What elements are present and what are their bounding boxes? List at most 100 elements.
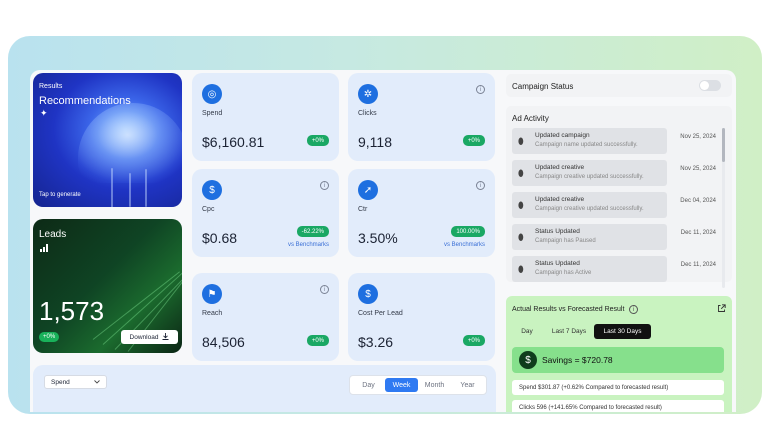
- activity-item[interactable]: ⬮ Updated creative Campaign creative upd…: [512, 160, 667, 186]
- jellyfish-tentacle: [145, 169, 147, 207]
- activity-item[interactable]: ⬮ Updated campaign Campaign name updated…: [512, 128, 667, 154]
- result-line-spend: Spend $301.87 (+0.62% Compared to foreca…: [512, 380, 724, 395]
- metric-select-value: Spend: [51, 378, 70, 386]
- info-icon[interactable]: i: [476, 85, 485, 94]
- savings-text: Savings = $720.78: [542, 355, 613, 365]
- dashboard: Results Recommendations ✦ Tap to generat…: [30, 70, 736, 412]
- activity-desc: Campaign creative updated successfully.: [535, 174, 644, 180]
- activity-item[interactable]: ⬮ Updated creative Campaign creative upd…: [512, 192, 667, 218]
- activity-date: Dec 04, 2024: [680, 198, 716, 204]
- activity-title: Updated creative: [535, 164, 585, 171]
- metric-value: 3.50%: [358, 230, 398, 246]
- jellyfish-tentacle: [111, 168, 113, 207]
- recommendations-card[interactable]: Results Recommendations ✦ Tap to generat…: [33, 73, 182, 207]
- activity-desc: Campaign has Paused: [535, 238, 596, 244]
- period-month[interactable]: Month: [418, 378, 451, 392]
- cursor-click-icon: ✲: [358, 84, 378, 104]
- metric-card-reach: ⚑ i Reach 84,506 +0%: [192, 273, 339, 361]
- activity-desc: Campaign has Active: [535, 270, 592, 276]
- results-tab-day[interactable]: Day: [514, 324, 540, 339]
- period-year[interactable]: Year: [451, 378, 484, 392]
- activity-scrollbar[interactable]: [722, 128, 725, 288]
- metric-card-clicks: ✲ i Clicks 9,118 +0%: [348, 73, 495, 161]
- jellyfish-tentacle: [129, 173, 131, 207]
- savings-banner: $ Savings = $720.78: [512, 347, 724, 373]
- metric-card-spend: ◎ Spend $6,160.81 +0%: [192, 73, 339, 161]
- metric-badge: 100.00%: [451, 226, 485, 237]
- wallet-icon: ◎: [202, 84, 222, 104]
- period-week[interactable]: Week: [385, 378, 418, 392]
- leads-change-badge: +0%: [39, 332, 60, 342]
- recommendations-title: Recommendations: [39, 95, 131, 107]
- tap-to-generate[interactable]: Tap to generate: [39, 192, 81, 198]
- metric-badge: +0%: [462, 335, 485, 346]
- recommendations-label: Results: [39, 83, 63, 90]
- activity-desc: Campaign name updated successfully.: [535, 142, 638, 148]
- metric-badge: +0%: [306, 135, 329, 146]
- metric-badge: +0%: [306, 335, 329, 346]
- metric-card-ctr: ➚ i Ctr 3.50% 100.00% vs Benchmarks: [348, 169, 495, 257]
- leads-value: 1,573: [39, 296, 105, 326]
- activity-title: Updated campaign: [535, 132, 590, 139]
- jellyfish-image: [78, 103, 182, 183]
- bar-chart-icon: [40, 244, 49, 254]
- metric-value: $3.26: [358, 334, 394, 350]
- cursor-icon: ➚: [358, 180, 378, 200]
- external-link-icon[interactable]: [717, 304, 726, 315]
- activity-title: Updated creative: [535, 196, 585, 203]
- info-icon[interactable]: i: [320, 181, 329, 190]
- metric-label: Cpc: [202, 206, 215, 213]
- tag-icon: ⬮: [518, 232, 524, 242]
- activity-date: Dec 11, 2024: [680, 230, 716, 236]
- activity-item[interactable]: ⬮ Status Updated Campaign has Active: [512, 256, 667, 282]
- chart-filter-bar: Spend Day Week Month Year: [33, 365, 496, 412]
- results-tab-last-7-days[interactable]: Last 7 Days: [544, 324, 594, 339]
- benchmark-label: vs Benchmarks: [287, 242, 329, 248]
- info-icon[interactable]: i: [320, 285, 329, 294]
- campaign-status-toggle[interactable]: [699, 80, 721, 91]
- sparkle-icon: ✦: [40, 108, 48, 118]
- leads-title: Leads: [39, 229, 67, 240]
- result-line-clicks: Clicks 596 (+141.65% Compared to forecas…: [512, 400, 724, 412]
- activity-desc: Campaign creative updated successfully.: [535, 206, 644, 212]
- campaign-status-title: Campaign Status: [512, 82, 574, 91]
- cost-per-click-icon: $: [202, 180, 222, 200]
- results-vs-forecast-panel: Actual Results vs Forecasted Result i Da…: [506, 296, 732, 412]
- metric-label: Clicks: [358, 110, 377, 117]
- scrollbar-thumb[interactable]: [722, 128, 725, 162]
- info-icon[interactable]: i: [629, 305, 638, 314]
- metric-label: Ctr: [358, 206, 368, 213]
- activity-date: Nov 25, 2024: [680, 166, 716, 172]
- metric-value: $0.68: [202, 230, 238, 246]
- download-icon: [162, 332, 169, 342]
- info-icon[interactable]: i: [476, 181, 485, 190]
- dollar-icon: $: [519, 351, 537, 369]
- metric-card-cost-per-lead: $ Cost Per Lead $3.26 +0%: [348, 273, 495, 361]
- tag-icon: ⬮: [518, 136, 524, 146]
- dollar-icon: $: [358, 284, 378, 304]
- download-label: Download: [129, 333, 159, 341]
- activity-date: Dec 11, 2024: [680, 262, 716, 268]
- campaign-status-row: Campaign Status: [506, 74, 732, 97]
- activity-title: Status Updated: [535, 228, 580, 235]
- metric-label: Cost Per Lead: [358, 310, 403, 317]
- results-title: Actual Results vs Forecasted Result: [512, 306, 625, 313]
- activity-item[interactable]: ⬮ Status Updated Campaign has Paused: [512, 224, 667, 250]
- download-button[interactable]: Download: [121, 330, 178, 344]
- period-day[interactable]: Day: [352, 378, 385, 392]
- benchmark-label: vs Benchmarks: [443, 242, 485, 248]
- reach-icon: ⚑: [202, 284, 222, 304]
- leads-card: Leads 1,573 +0% Download: [33, 219, 182, 353]
- chevron-down-icon: [94, 379, 100, 386]
- metric-card-cpc: $ i Cpc $0.68 -62.22% vs Benchmarks: [192, 169, 339, 257]
- metric-badge: -62.22%: [296, 226, 329, 237]
- metric-select[interactable]: Spend: [44, 375, 107, 389]
- activity-date: Nov 25, 2024: [680, 134, 716, 140]
- activity-title: Status Updated: [535, 260, 580, 267]
- metric-value: 84,506: [202, 334, 245, 350]
- tag-icon: ⬮: [518, 200, 524, 210]
- results-tab-last-30-days[interactable]: Last 30 Days: [594, 324, 651, 339]
- tag-icon: ⬮: [518, 168, 524, 178]
- metric-label: Spend: [202, 110, 223, 117]
- metric-value: $6,160.81: [202, 134, 265, 150]
